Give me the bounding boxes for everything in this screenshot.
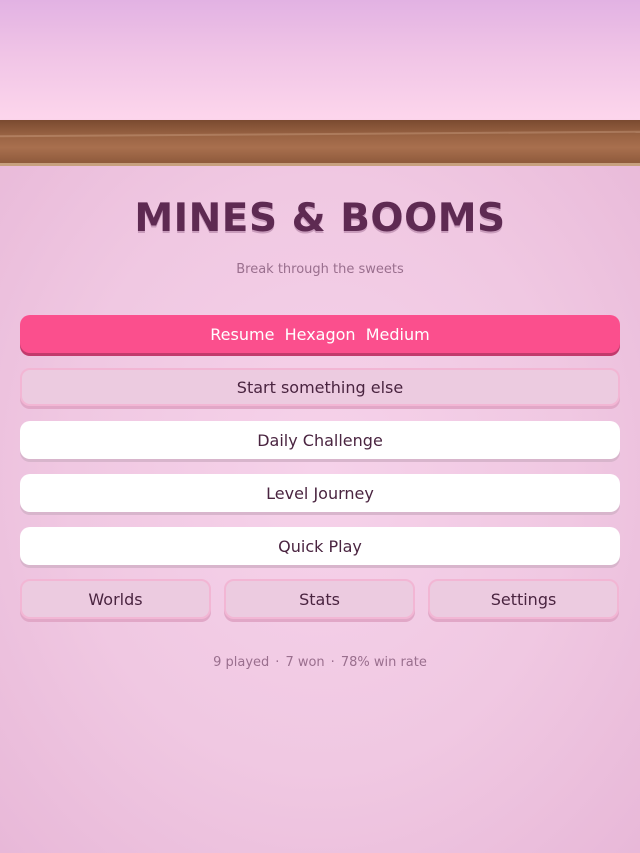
daily-button-label: Daily Challenge bbox=[257, 430, 383, 450]
wooden-shelf bbox=[0, 120, 640, 166]
worlds-button-label: Worlds bbox=[88, 589, 143, 609]
resume-button[interactable]: Resume Hexagon Medium bbox=[20, 315, 620, 353]
resume-button-label: Resume Hexagon Medium bbox=[210, 324, 430, 344]
worlds-button[interactable]: Worlds bbox=[20, 579, 211, 619]
settings-button[interactable]: Settings bbox=[428, 579, 619, 619]
stats-button[interactable]: Stats bbox=[224, 579, 415, 619]
separator: · bbox=[275, 655, 280, 670]
daily-challenge-button[interactable]: Daily Challenge bbox=[20, 421, 620, 459]
level-journey-button[interactable]: Level Journey bbox=[20, 474, 620, 512]
stats-summary: 9 played · 7 won · 78% win rate bbox=[0, 655, 640, 670]
game-subtitle: Break through the sweets bbox=[236, 262, 404, 277]
win-rate: 78% win rate bbox=[340, 655, 427, 670]
start-something-else-button[interactable]: Start something else bbox=[20, 368, 620, 406]
separator: · bbox=[330, 655, 335, 670]
journey-button-label: Level Journey bbox=[266, 483, 374, 503]
quick-play-button[interactable]: Quick Play bbox=[20, 527, 620, 565]
stats-button-label: Stats bbox=[299, 589, 340, 609]
quick-play-button-label: Quick Play bbox=[278, 536, 362, 556]
games-played: 9 played bbox=[213, 655, 270, 670]
sky-background bbox=[0, 0, 640, 120]
game-title: MINES & BOOMS bbox=[134, 196, 506, 241]
games-won: 7 won bbox=[285, 655, 325, 670]
settings-button-label: Settings bbox=[490, 589, 557, 609]
start-button-label: Start something else bbox=[236, 377, 404, 397]
